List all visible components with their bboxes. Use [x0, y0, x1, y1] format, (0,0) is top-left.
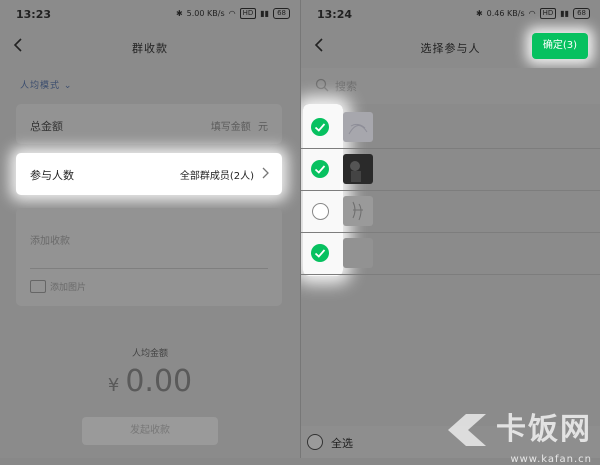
- checked-icon[interactable]: [311, 118, 329, 136]
- wifi-icon: ◠: [528, 9, 536, 18]
- signal-icon: ▮▮: [560, 9, 570, 18]
- network-speed: 5.00 KB/s: [186, 9, 225, 18]
- status-time: 13:24: [317, 8, 353, 21]
- bluetooth-icon: ✱: [475, 9, 483, 18]
- hd-icon: HD: [539, 8, 557, 19]
- checked-icon[interactable]: [311, 244, 329, 262]
- search-bar[interactable]: 搜索: [301, 68, 600, 104]
- total-amount-input[interactable]: 填写金额 元: [211, 118, 268, 133]
- select-participants-screen: 13:24 ✱ 0.46 KB/s ◠ HD ▮▮ 68 选择参与人 确定(3)…: [301, 0, 600, 458]
- chevron-right-icon: [262, 167, 269, 179]
- member-row[interactable]: [301, 232, 600, 275]
- select-all-label[interactable]: 全选: [331, 435, 353, 451]
- avatar: [343, 238, 373, 268]
- mode-label: 人均模式: [20, 81, 61, 91]
- status-bar: 13:24 ✱ 0.46 KB/s ◠ HD ▮▮ 68: [301, 0, 600, 30]
- avatar: [343, 154, 373, 184]
- unchecked-icon[interactable]: [312, 203, 329, 220]
- nav-bar: 群收款: [0, 30, 300, 64]
- divider: [30, 268, 268, 269]
- member-row[interactable]: [301, 148, 600, 191]
- signal-icon: ▮▮: [260, 9, 270, 18]
- participants-row[interactable]: 参与人数 全部群成员(2人): [16, 153, 282, 195]
- participants-value: 全部群成员(2人): [179, 171, 254, 182]
- search-input[interactable]: 搜索: [335, 78, 357, 94]
- page-title: 群收款: [132, 42, 168, 55]
- checked-icon[interactable]: [311, 160, 329, 178]
- add-image-label[interactable]: 添加图片: [50, 280, 86, 293]
- confirm-button[interactable]: 确定(3): [532, 33, 588, 59]
- battery-icon: 68: [573, 8, 590, 19]
- member-row[interactable]: [301, 106, 600, 149]
- bluetooth-icon: ✱: [175, 9, 183, 18]
- member-row[interactable]: [301, 190, 600, 233]
- per-person-amount: ¥0.00: [0, 364, 300, 399]
- watermark-brand: 卡饭网: [496, 412, 592, 447]
- search-icon: [315, 78, 329, 92]
- watermark-url: www.kafan.cn: [510, 454, 592, 465]
- chevron-down-icon: ⌄: [63, 81, 73, 91]
- avatar: [343, 196, 373, 226]
- currency-symbol: ¥: [107, 375, 120, 396]
- mode-selector[interactable]: 人均模式 ⌄: [20, 78, 72, 91]
- per-person-label: 人均金额: [131, 349, 168, 359]
- group-collect-screen: 13:23 ✱ 5.00 KB/s ◠ HD ▮▮ 68 群收款 人均模式 ⌄ …: [0, 0, 300, 458]
- image-icon[interactable]: [30, 280, 46, 293]
- initiate-collect-button[interactable]: 发起收款: [82, 417, 218, 445]
- hd-icon: HD: [239, 8, 257, 19]
- wifi-icon: ◠: [228, 9, 236, 18]
- note-card: 添加收款 添加图片: [16, 208, 282, 306]
- network-speed: 0.46 KB/s: [486, 9, 525, 18]
- battery-icon: 68: [273, 8, 290, 19]
- status-time: 13:23: [16, 8, 52, 21]
- watermark: 卡饭网 www.kafan.cn: [444, 410, 592, 465]
- avatar: [343, 112, 373, 142]
- total-amount-label: 总金额: [30, 120, 63, 133]
- status-bar: 13:23 ✱ 5.00 KB/s ◠ HD ▮▮ 68: [0, 0, 300, 30]
- select-all-radio[interactable]: [307, 434, 323, 450]
- total-amount-row[interactable]: 总金额 填写金额 元: [16, 104, 282, 144]
- note-input[interactable]: 添加收款: [30, 232, 70, 247]
- total-amount-placeholder: 填写金额: [210, 122, 251, 133]
- currency-unit: 元: [258, 122, 268, 133]
- kafan-logo-icon: [448, 414, 486, 446]
- participants-label: 参与人数: [30, 169, 74, 182]
- amount-value: 0.00: [125, 364, 193, 399]
- status-icons: ✱ 5.00 KB/s ◠ HD ▮▮ 68: [176, 8, 290, 19]
- status-icons: ✱ 0.46 KB/s ◠ HD ▮▮ 68: [476, 8, 590, 19]
